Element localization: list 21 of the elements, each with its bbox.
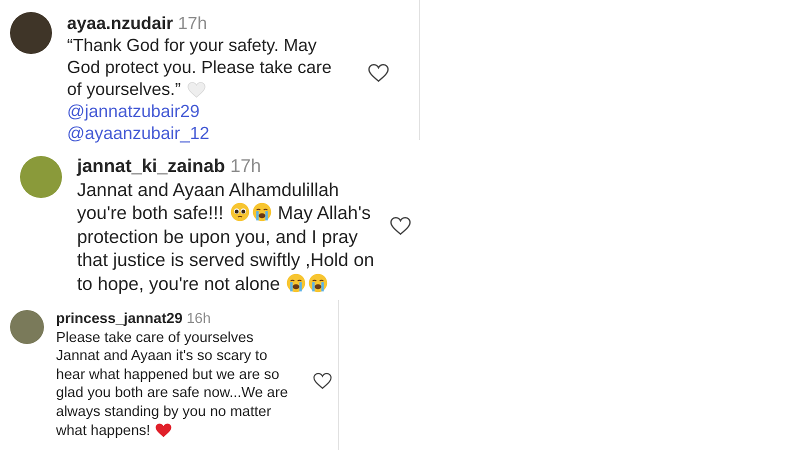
comment-text: “Thank God for your safety. May God protect you. Please take care of yourselves.” @jannatzubair29 @ayaanzubair_12 xyxy=(67,34,333,144)
crying-face-icon xyxy=(252,202,272,222)
mention-link[interactable]: @ayaanzubair_12 xyxy=(67,123,210,143)
like-button[interactable] xyxy=(313,372,332,388)
comment-text: Please take care of yourselves Jannat and Ayaan it's so scary to hear what happened but we are so glad you both are safe now...We are always standing by you no matter what happens! xyxy=(56,328,289,440)
like-button[interactable] xyxy=(390,216,411,234)
comment-time: 17h xyxy=(230,155,262,176)
username-link[interactable]: ayaa.nzudair xyxy=(67,13,174,33)
heart-icon xyxy=(186,81,206,98)
comment-time: 16h xyxy=(186,311,211,327)
username-link[interactable]: jannat_ki_zainab xyxy=(77,155,226,176)
crying-face-icon xyxy=(308,272,328,292)
pleading-face-icon xyxy=(230,202,250,222)
username-link[interactable]: princess_jannat29 xyxy=(56,311,183,327)
avatar-photo-placeholder[interactable] xyxy=(10,12,52,54)
crying-face-icon xyxy=(286,272,306,292)
heart-icon xyxy=(155,422,172,438)
like-button[interactable] xyxy=(368,62,389,82)
mention-link[interactable]: @jannatzubair29 xyxy=(67,101,200,121)
comment-text: Jannat and Ayaan Alhamdulillah you're both safe!!! May Allah's protection be upon you, and I pray that justice is served swiftly ,Hold on to hope, you're not alone xyxy=(77,178,376,295)
comment-time: 17h xyxy=(178,13,208,33)
